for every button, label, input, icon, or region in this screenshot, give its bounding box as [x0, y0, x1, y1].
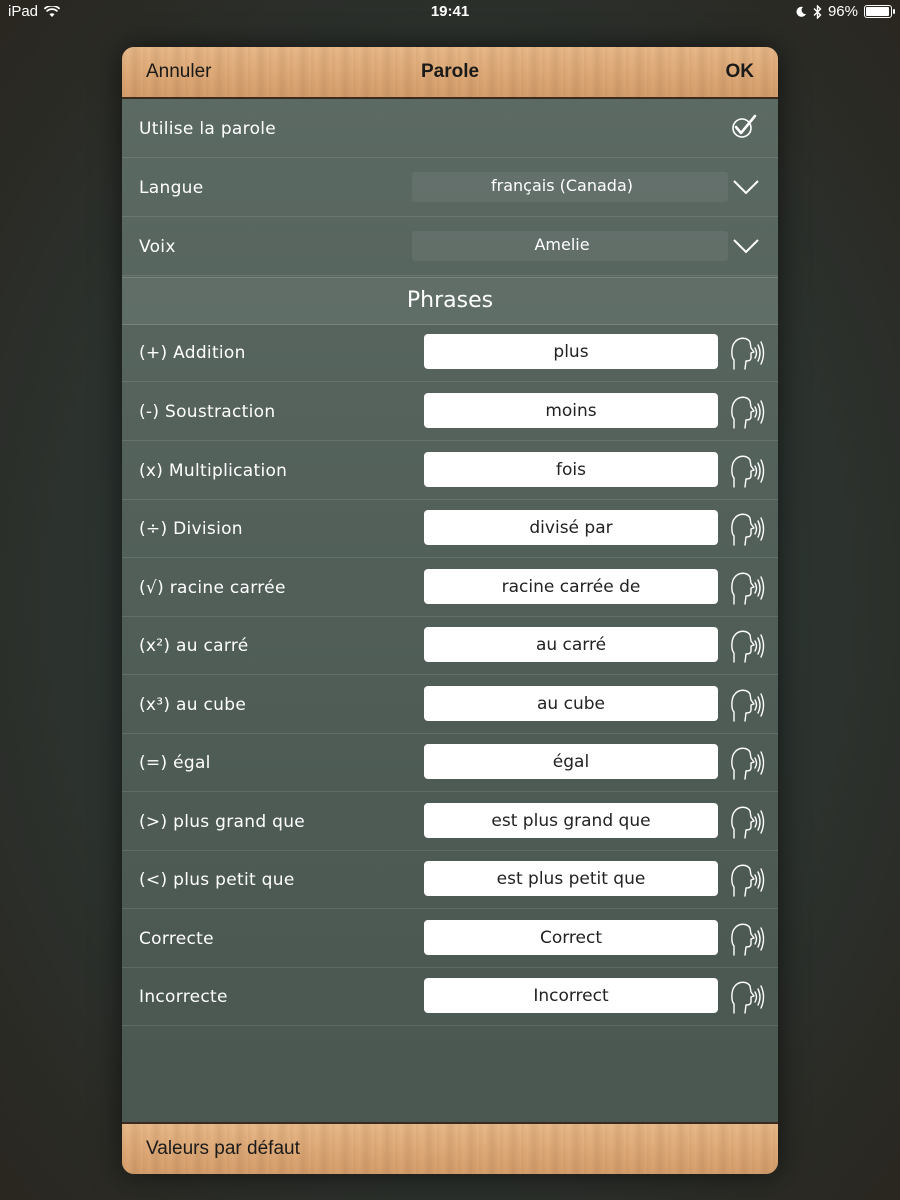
phrase-input[interactable] [424, 334, 718, 369]
restore-defaults-button[interactable]: Valeurs par défaut [146, 1138, 300, 1160]
battery-percent: 96% [827, 3, 858, 20]
phrase-label: (√) racine carrée [139, 578, 286, 598]
phrase-label: (>) plus grand que [139, 812, 306, 832]
language-label: Langue [139, 178, 204, 198]
status-bar: iPad 19:41 96% [0, 0, 900, 24]
speaking-head-icon[interactable] [730, 512, 766, 546]
phrase-input[interactable] [424, 686, 718, 721]
phrase-input[interactable] [424, 569, 718, 604]
speaking-head-icon[interactable] [730, 980, 766, 1014]
speaking-head-icon[interactable] [730, 863, 766, 897]
phrase-row: (>) plus grand que [122, 792, 778, 851]
phrase-input[interactable] [424, 861, 718, 896]
phrase-label: (x²) au carré [139, 636, 249, 656]
phrase-label: (<) plus petit que [139, 870, 295, 890]
speaking-head-icon[interactable] [730, 571, 766, 605]
voice-row[interactable]: Voix Amelie [122, 217, 778, 276]
phrase-row: (√) racine carrée [122, 558, 778, 617]
speaking-head-icon[interactable] [730, 805, 766, 839]
speaking-head-icon[interactable] [730, 336, 766, 370]
phrase-row: (=) égal [122, 733, 778, 792]
dialog-title: Parole [420, 61, 480, 82]
phrase-row: (x) Multiplication [122, 441, 778, 500]
speaking-head-icon[interactable] [730, 688, 766, 722]
checkmark-icon[interactable] [730, 113, 758, 141]
phrases-section-header: Phrases [122, 277, 778, 325]
voice-select[interactable]: Amelie [412, 231, 728, 261]
phrase-row: (<) plus petit que [122, 850, 778, 909]
speaking-head-icon[interactable] [730, 922, 766, 956]
use-speech-label: Utilise la parole [139, 119, 277, 139]
language-row[interactable]: Langue français (Canada) [122, 158, 778, 217]
voice-label: Voix [139, 237, 176, 257]
phrase-label: (÷) Division [139, 519, 243, 539]
speaking-head-icon[interactable] [730, 395, 766, 429]
phrase-label: (+) Addition [139, 343, 246, 363]
phrase-row: (x²) au carré [122, 616, 778, 675]
speech-settings-dialog: Annuler Parole OK Utilise la parole Lang… [122, 47, 778, 1174]
phrase-input[interactable] [424, 920, 718, 955]
voice-value: Amelie [534, 235, 590, 254]
use-speech-row[interactable]: Utilise la parole [122, 99, 778, 158]
language-value: français (Canada) [491, 176, 633, 195]
phrase-input[interactable] [424, 978, 718, 1013]
phrase-label: Incorrecte [139, 987, 228, 1007]
phrase-input[interactable] [424, 393, 718, 428]
phrase-input[interactable] [424, 744, 718, 779]
ok-button[interactable]: OK [726, 61, 755, 83]
phrase-row: (x³) au cube [122, 675, 778, 734]
phrase-input[interactable] [424, 452, 718, 487]
phrase-row: (+) Addition [122, 323, 778, 382]
speaking-head-icon[interactable] [730, 746, 766, 780]
speaking-head-icon[interactable] [730, 629, 766, 663]
phrase-input[interactable] [424, 803, 718, 838]
dialog-footer: Valeurs par défaut [122, 1122, 778, 1174]
speaking-head-icon[interactable] [730, 454, 766, 488]
phrase-row: (-) Soustraction [122, 382, 778, 441]
phrase-label: Correcte [139, 929, 214, 949]
phrase-row: (÷) Division [122, 499, 778, 558]
phrase-row: Incorrecte [122, 967, 778, 1026]
moon-icon [796, 6, 806, 17]
language-select[interactable]: français (Canada) [412, 172, 728, 202]
phrase-label: (x³) au cube [139, 695, 247, 715]
phrase-label: (-) Soustraction [139, 402, 276, 422]
status-time: 19:41 [430, 3, 470, 20]
phrase-label: (x) Multiplication [139, 461, 288, 481]
chevron-down-icon[interactable] [732, 237, 760, 255]
bluetooth-icon [813, 4, 822, 19]
phrase-label: (=) égal [139, 753, 211, 773]
phrase-input[interactable] [424, 627, 718, 662]
dialog-header: Annuler Parole OK [122, 47, 778, 99]
battery-icon [864, 5, 895, 18]
phrase-input[interactable] [424, 510, 718, 545]
phrase-row: Correcte [122, 909, 778, 968]
chevron-down-icon[interactable] [732, 178, 760, 196]
